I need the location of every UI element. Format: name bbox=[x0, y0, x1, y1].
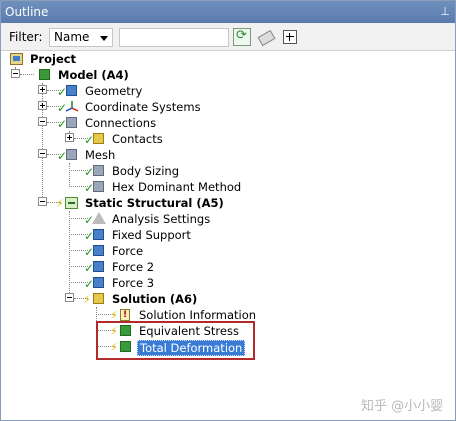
force-icon: ✓ bbox=[84, 244, 106, 258]
tree-node-label: Mesh bbox=[85, 148, 116, 162]
static-structural-icon: ⚡ bbox=[56, 196, 79, 210]
tree-node-label: Analysis Settings bbox=[112, 212, 211, 226]
tree-node-label: Connections bbox=[85, 116, 157, 130]
hex-dominant-icon: ✓ bbox=[84, 180, 106, 194]
connections-icon: ✓ bbox=[57, 116, 79, 130]
expand-toggle-contacts[interactable] bbox=[65, 133, 74, 142]
panel-title: Outline bbox=[5, 5, 49, 19]
tree-node-label: Static Structural (A5) bbox=[85, 196, 224, 210]
info-icon: ! ⚡ bbox=[110, 308, 133, 322]
pin-icon[interactable]: ⊥ bbox=[440, 5, 450, 19]
project-icon bbox=[9, 52, 25, 66]
panel-titlebar: Outline ⊥ bbox=[1, 1, 455, 23]
outline-panel: Outline ⊥ Filter: Name ⟳ Project Model (… bbox=[0, 0, 456, 421]
tree-node-label: Solution (A6) bbox=[112, 292, 198, 306]
filter-select[interactable]: Name bbox=[49, 28, 113, 47]
collapse-toggle-mesh[interactable] bbox=[38, 149, 47, 158]
tree-node-label: Fixed Support bbox=[112, 228, 191, 242]
collapse-toggle-static-structural[interactable] bbox=[38, 197, 47, 206]
refresh-icon[interactable] bbox=[233, 28, 251, 46]
tree-node-label: Solution Information bbox=[139, 308, 257, 322]
geometry-icon: ✓ bbox=[57, 84, 79, 98]
contacts-icon: ✓ bbox=[84, 132, 106, 146]
chevron-down-icon bbox=[100, 36, 108, 41]
filter-select-value: Name bbox=[54, 30, 90, 44]
tree-node-label: Body Sizing bbox=[112, 164, 180, 178]
annotation-highlight-box bbox=[96, 321, 255, 360]
solution-icon: ⚡ bbox=[83, 292, 106, 306]
model-cube-icon bbox=[36, 68, 52, 82]
outline-toolbar: Filter: Name bbox=[1, 23, 455, 51]
tree-node-label: Force 3 bbox=[112, 276, 155, 290]
tree-node-label: Force 2 bbox=[112, 260, 155, 274]
collapse-toggle-model[interactable] bbox=[11, 69, 20, 78]
tree-line bbox=[20, 74, 34, 75]
tree-line bbox=[69, 211, 70, 299]
expand-toggle-geometry[interactable] bbox=[38, 85, 47, 94]
force-icon: ✓ bbox=[84, 260, 106, 274]
outline-tree: Project Model (A4) ✓ Geometry ✓ Coordina… bbox=[1, 51, 455, 420]
expand-toggle-coordinate-systems[interactable] bbox=[38, 101, 47, 110]
tree-line bbox=[69, 163, 70, 187]
tree-node-label: Coordinate Systems bbox=[85, 100, 201, 114]
eraser-icon[interactable] bbox=[257, 28, 275, 46]
collapse-toggle-solution[interactable] bbox=[65, 293, 74, 302]
search-input[interactable] bbox=[119, 28, 229, 47]
fixed-support-icon: ✓ bbox=[84, 228, 106, 242]
analysis-settings-icon: ✓ bbox=[84, 212, 106, 226]
tree-node-label: Model (A4) bbox=[58, 68, 129, 82]
force-icon: ✓ bbox=[84, 276, 106, 290]
filter-label: Filter: bbox=[9, 30, 43, 44]
watermark: 知乎 @小小婴 bbox=[361, 399, 444, 414]
tree-node-label: Hex Dominant Method bbox=[112, 180, 242, 194]
collapse-toggle-connections[interactable] bbox=[38, 117, 47, 126]
tree-node-label: Geometry bbox=[85, 84, 143, 98]
tree-node-label: Contacts bbox=[112, 132, 163, 146]
tree-node-label: Project bbox=[30, 52, 77, 66]
body-sizing-icon: ✓ bbox=[84, 164, 106, 178]
tree-node-label: Force bbox=[112, 244, 144, 258]
coordinate-axes-icon: ✓ bbox=[57, 100, 79, 114]
expand-all-icon[interactable] bbox=[283, 30, 297, 44]
mesh-icon: ✓ bbox=[57, 148, 79, 162]
